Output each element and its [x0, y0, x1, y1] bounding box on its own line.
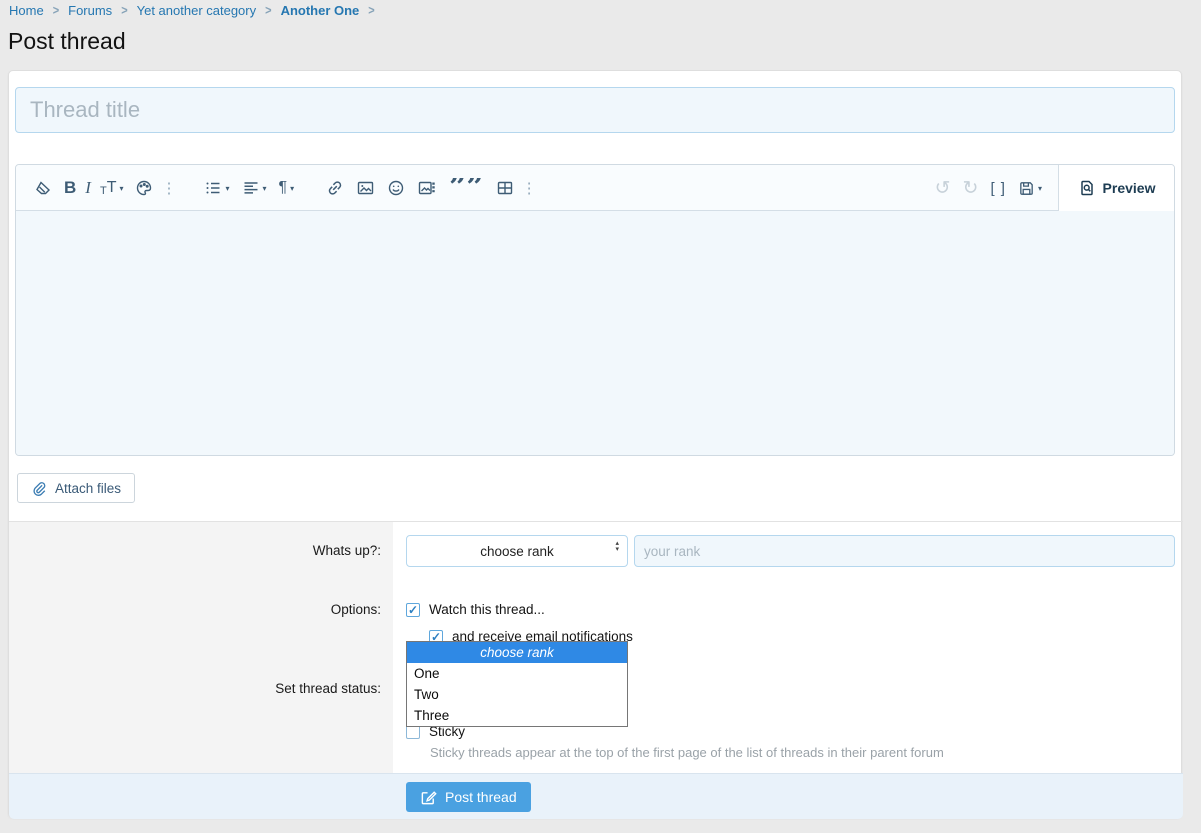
breadcrumb: Home > Forums > Yet another category > A…	[9, 3, 375, 18]
submit-footer: Post thread	[9, 773, 1183, 819]
caret-down-icon: ▾	[225, 184, 229, 193]
image-icon[interactable]	[350, 165, 381, 211]
remove-format-icon[interactable]	[28, 165, 58, 211]
whats-up-label: Whats up?:	[9, 543, 381, 558]
breadcrumb-forum-current[interactable]: Another One	[281, 3, 360, 18]
post-thread-button[interactable]: Post thread	[406, 782, 531, 812]
breadcrumb-home[interactable]: Home	[9, 3, 44, 18]
drafts-icon[interactable]: ▾	[1012, 165, 1048, 211]
dropdown-option-one[interactable]: One	[407, 663, 627, 684]
paragraph-format-icon[interactable]: ¶▾	[273, 165, 301, 211]
more-options-icon[interactable]: ⋮	[520, 165, 539, 211]
options-label: Options:	[9, 602, 381, 617]
watch-thread-checkbox[interactable]	[406, 603, 420, 617]
dropdown-option-choose-rank[interactable]: choose rank	[407, 642, 627, 663]
select-spinner-icon: ▴▾	[615, 541, 619, 553]
rank-select-value: choose rank	[480, 544, 554, 559]
list-icon[interactable]: ▾	[198, 165, 235, 211]
italic-icon[interactable]: I	[82, 165, 94, 211]
rank-input[interactable]	[634, 535, 1175, 567]
font-size-icon[interactable]: TT▾	[94, 165, 130, 211]
editor-toolbar: B I TT▾ ⋮	[16, 165, 1174, 211]
post-thread-form: B I TT▾ ⋮	[8, 70, 1182, 818]
preview-button[interactable]: Preview	[1058, 165, 1174, 211]
rank-select[interactable]: choose rank ▴▾	[406, 535, 628, 567]
text-color-icon[interactable]	[129, 165, 159, 211]
thread-title-input[interactable]	[15, 87, 1175, 133]
dropdown-option-two[interactable]: Two	[407, 684, 627, 705]
caret-down-icon: ▾	[1038, 184, 1042, 193]
breadcrumb-category[interactable]: Yet another category	[137, 3, 257, 18]
dropdown-option-three[interactable]: Three	[407, 705, 627, 726]
edit-pencil-icon	[420, 789, 437, 806]
chevron-right-icon: >	[265, 3, 271, 17]
attach-files-button[interactable]: Attach files	[17, 473, 135, 503]
caret-down-icon: ▾	[119, 184, 123, 193]
sticky-checkbox[interactable]	[406, 725, 420, 739]
bold-icon[interactable]: B	[58, 165, 82, 211]
editor-content-area[interactable]	[16, 211, 1174, 456]
sticky-hint-text: Sticky threads appear at the top of the …	[430, 745, 944, 760]
align-icon[interactable]: ▾	[236, 165, 273, 211]
rich-text-editor: B I TT▾ ⋮	[15, 164, 1175, 456]
quote-icon[interactable]: ””	[443, 178, 490, 198]
page-title: Post thread	[8, 28, 126, 55]
smilie-icon[interactable]	[381, 165, 411, 211]
label-column	[9, 522, 393, 773]
watch-thread-label[interactable]: Watch this thread...	[429, 602, 545, 617]
preview-label: Preview	[1103, 180, 1156, 196]
post-thread-button-label: Post thread	[445, 789, 517, 805]
set-thread-status-label: Set thread status:	[9, 681, 381, 696]
bbcode-icon[interactable]: [ ]	[984, 165, 1012, 211]
thread-options-section: Whats up?: choose rank ▴▾ Options: Watch…	[9, 521, 1183, 773]
caret-down-icon: ▾	[290, 184, 294, 193]
undo-icon[interactable]: ↺	[929, 165, 957, 211]
table-icon[interactable]	[490, 165, 520, 211]
paperclip-icon	[31, 480, 47, 496]
breadcrumb-forums[interactable]: Forums	[68, 3, 112, 18]
redo-icon[interactable]: ↻	[957, 165, 985, 211]
attach-files-label: Attach files	[55, 481, 121, 496]
chevron-right-icon: >	[368, 3, 374, 17]
link-icon[interactable]	[320, 165, 350, 211]
chevron-right-icon: >	[53, 3, 59, 17]
caret-down-icon: ▾	[263, 184, 267, 193]
preview-icon	[1078, 179, 1096, 197]
chevron-right-icon: >	[121, 3, 127, 17]
more-options-icon[interactable]: ⋮	[159, 165, 178, 211]
rank-select-dropdown: choose rank One Two Three	[406, 641, 628, 727]
media-icon[interactable]	[411, 165, 443, 211]
